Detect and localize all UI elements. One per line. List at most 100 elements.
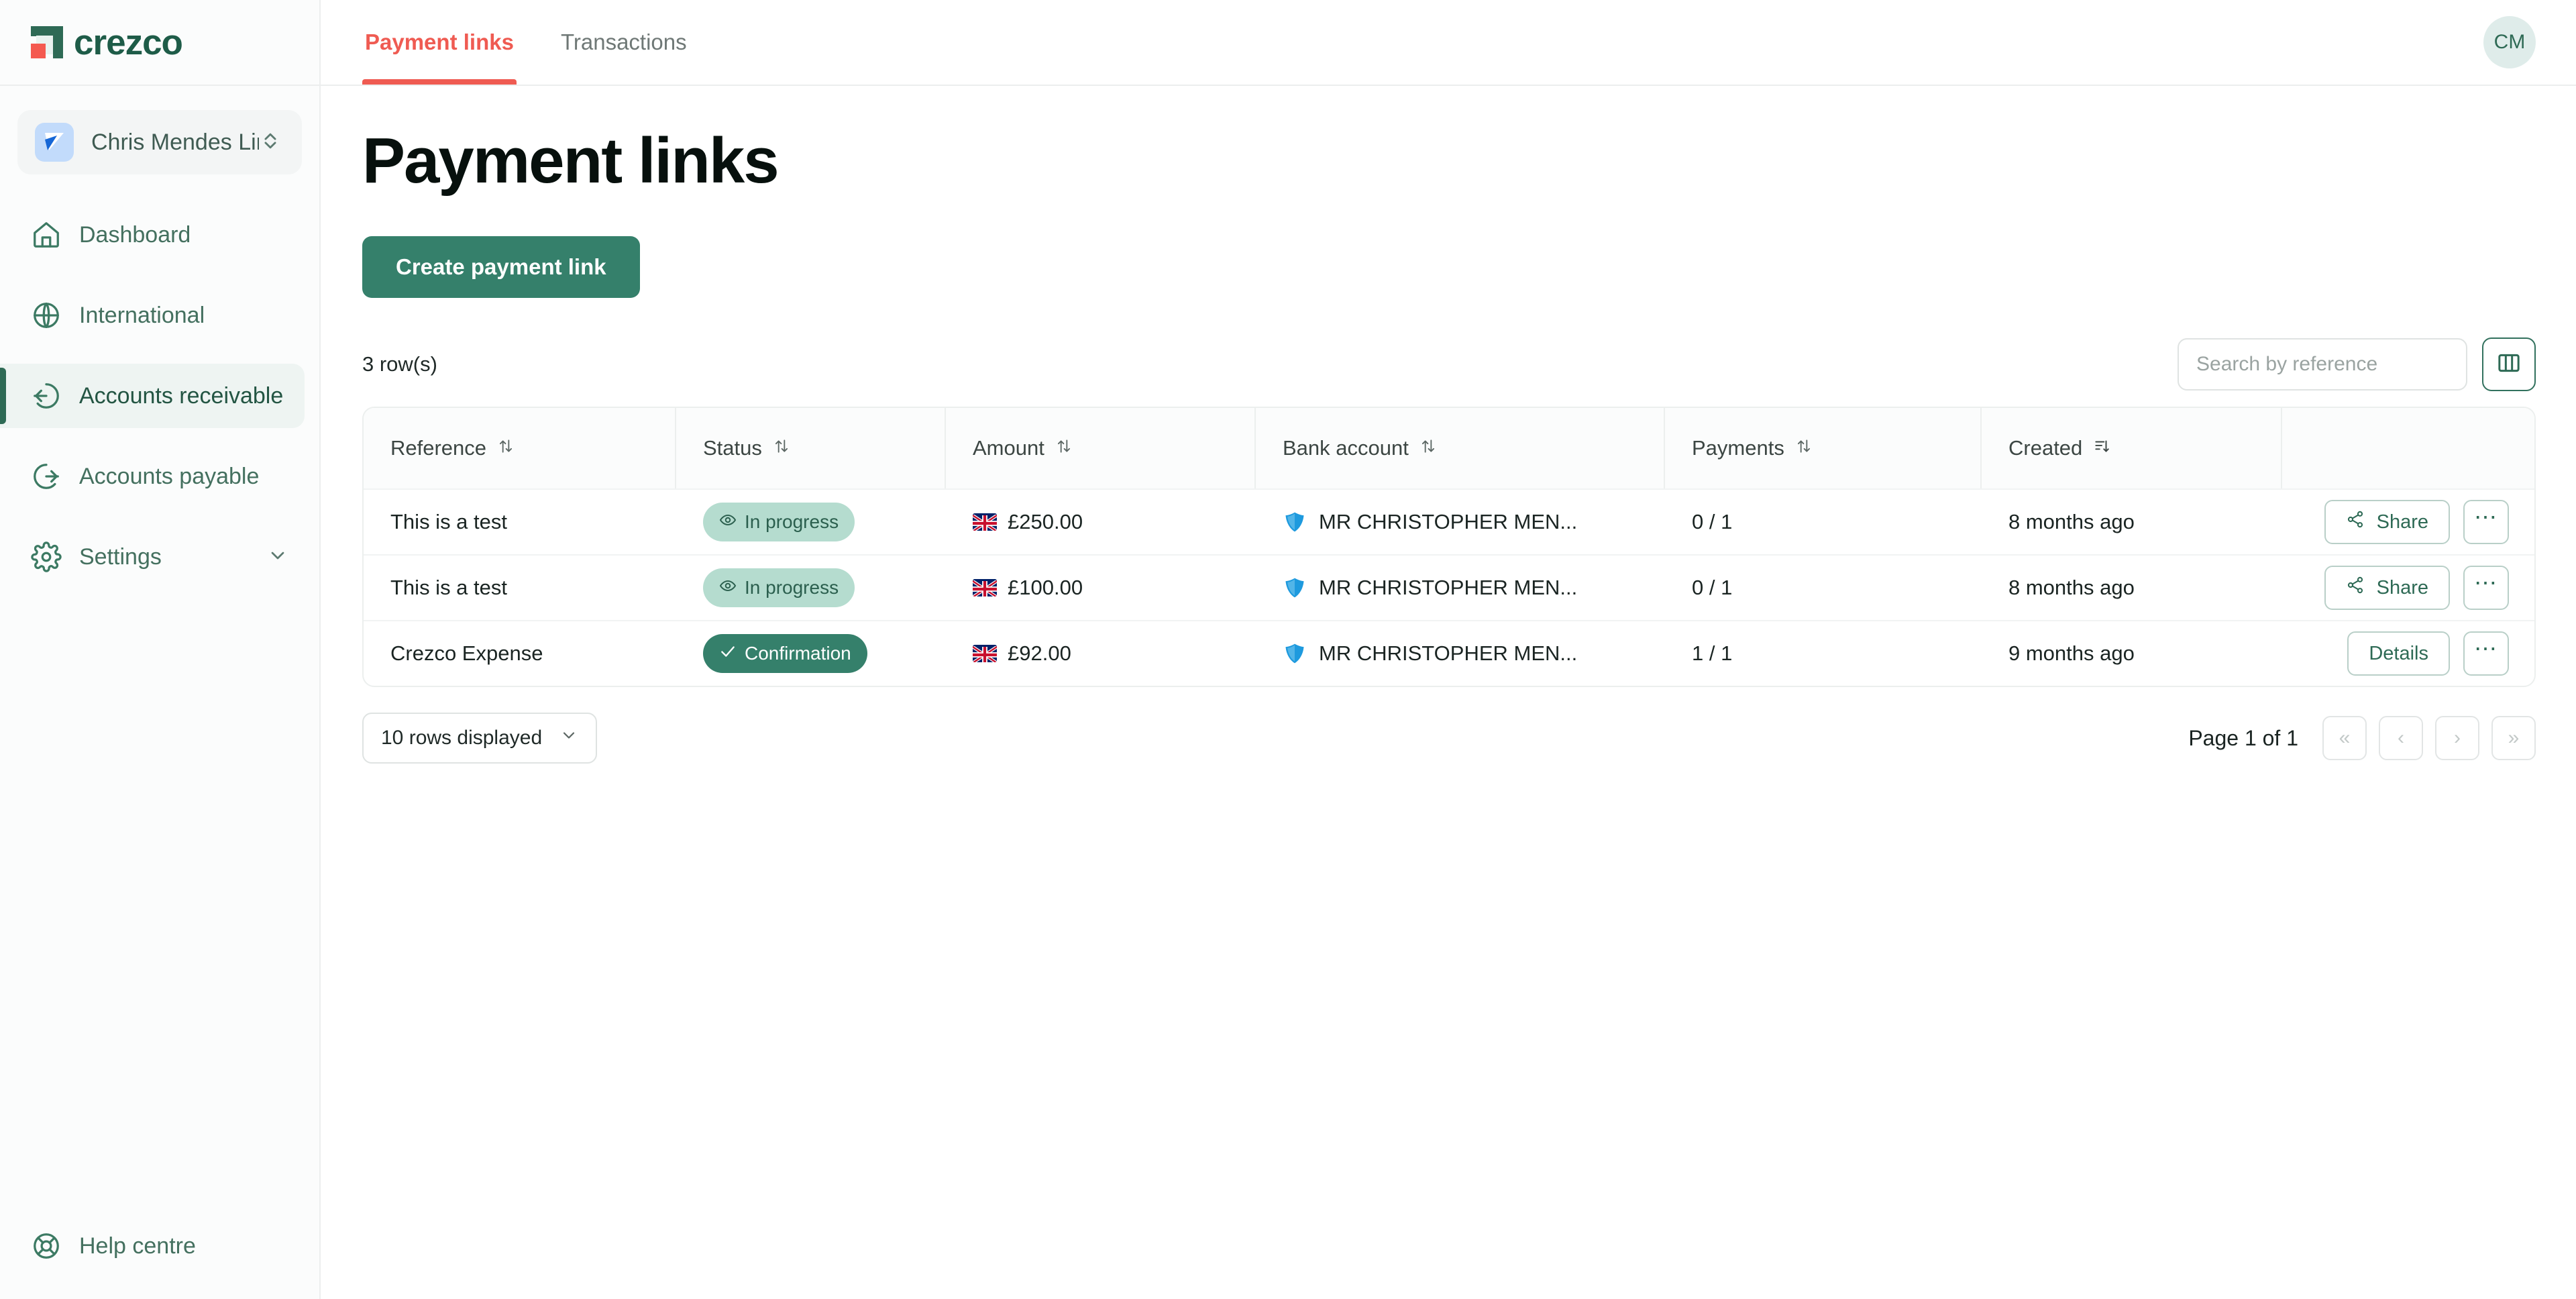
search-input[interactable] xyxy=(2178,338,2467,391)
sidebar-item-label: Accounts receivable xyxy=(79,382,284,409)
main-area: Payment links Transactions CM Payment li… xyxy=(321,0,2576,1299)
org-name: Chris Mendes Lim... xyxy=(91,129,259,155)
columns-toggle-icon xyxy=(2496,350,2522,380)
column-header-created[interactable]: Created xyxy=(1982,408,2282,488)
cell-created: 8 months ago xyxy=(2008,576,2135,599)
crezco-logo-icon xyxy=(31,26,63,58)
tab-payment-links[interactable]: Payment links xyxy=(362,0,517,85)
column-header-reference[interactable]: Reference xyxy=(364,408,676,488)
chevron-left-icon[interactable]: ‹ xyxy=(2379,716,2423,760)
sidebar-item-dashboard[interactable]: Dashboard xyxy=(0,203,305,267)
chevron-right-icon[interactable]: › xyxy=(2435,716,2479,760)
sidebar-item-international[interactable]: International xyxy=(0,283,305,348)
more-horizontal-icon[interactable]: ⋯ xyxy=(2463,500,2509,544)
topbar: Payment links Transactions CM xyxy=(321,0,2576,86)
table-header: Reference Status Amount Bank account Pay… xyxy=(364,408,2534,488)
eye-icon xyxy=(719,511,737,533)
amount-value: £92.00 xyxy=(1008,641,1071,665)
create-payment-link-button[interactable]: Create payment link xyxy=(362,236,640,298)
chevron-up-down-icon xyxy=(259,129,282,156)
cell-amount: £100.00 xyxy=(946,556,1256,620)
cell-amount: £92.00 xyxy=(946,621,1256,686)
page-title: Payment links xyxy=(362,125,780,197)
column-header-amount[interactable]: Amount xyxy=(946,408,1256,488)
app-root: crezco Chris Mendes Lim... Dashboard xyxy=(0,0,2576,1299)
pagination: Page 1 of 1 « ‹ › » xyxy=(2188,716,2536,760)
brand-logo[interactable]: crezco xyxy=(0,0,319,86)
sidebar-item-accounts-receivable[interactable]: Accounts receivable xyxy=(0,364,305,428)
table-row[interactable]: Crezco Expense Confirmation £92.00 MR CH… xyxy=(364,620,2534,686)
sort-updown-icon xyxy=(1419,436,1437,460)
share-button[interactable]: Share xyxy=(2324,500,2450,544)
table-row[interactable]: This is a test In progress xyxy=(364,488,2534,554)
sidebar-item-help-centre[interactable]: Help centre xyxy=(31,1231,319,1261)
sidebar: crezco Chris Mendes Lim... Dashboard xyxy=(0,0,321,1299)
share-label: Share xyxy=(2376,511,2428,533)
table-body: This is a test In progress £250.00 MR CH… xyxy=(364,488,2534,686)
status-badge: In progress xyxy=(703,568,855,607)
cell-payments: 1 / 1 xyxy=(1692,641,1733,665)
chevrons-left-icon[interactable]: « xyxy=(2322,716,2367,760)
column-label: Payments xyxy=(1692,436,1784,460)
column-header-status[interactable]: Status xyxy=(676,408,946,488)
cell-actions: Details ⋯ xyxy=(2282,621,2534,686)
details-label: Details xyxy=(2369,642,2428,664)
more-horizontal-icon[interactable]: ⋯ xyxy=(2463,631,2509,676)
cell-created: 9 months ago xyxy=(2008,641,2135,665)
bank-account-name: MR CHRISTOPHER MEN... xyxy=(1319,576,1578,599)
cell-payments: 0 / 1 xyxy=(1692,510,1733,533)
cell-status: In progress xyxy=(676,556,946,620)
column-header-payments[interactable]: Payments xyxy=(1665,408,1982,488)
chevron-down-icon xyxy=(267,545,288,570)
amount-value: £100.00 xyxy=(1008,576,1083,599)
details-button[interactable]: Details xyxy=(2347,631,2450,676)
column-label: Reference xyxy=(390,436,487,460)
avatar[interactable]: CM xyxy=(2483,16,2536,68)
table-row[interactable]: This is a test In progress xyxy=(364,554,2534,620)
gb-flag-icon xyxy=(973,513,997,531)
cell-bank-account: MR CHRISTOPHER MEN... xyxy=(1256,490,1665,554)
column-label: Status xyxy=(703,436,762,460)
bank-account-name: MR CHRISTOPHER MEN... xyxy=(1319,510,1578,533)
share-icon xyxy=(2346,510,2365,534)
column-label: Amount xyxy=(973,436,1044,460)
sidebar-item-settings[interactable]: Settings xyxy=(0,525,305,589)
cell-reference: This is a test xyxy=(390,510,507,533)
rows-per-page-select[interactable]: 10 rows displayed xyxy=(362,713,598,764)
sidebar-item-accounts-payable[interactable]: Accounts payable xyxy=(0,444,305,509)
status-label: In progress xyxy=(745,511,839,532)
cell-payments: 0 / 1 xyxy=(1692,576,1733,599)
chevron-down-icon xyxy=(559,726,578,750)
rows-per-page-label: 10 rows displayed xyxy=(381,727,543,749)
chevrons-right-icon[interactable]: » xyxy=(2491,716,2536,760)
home-icon xyxy=(31,219,62,250)
toolbar-right xyxy=(2178,337,2536,391)
eye-icon xyxy=(719,577,737,599)
gb-flag-icon xyxy=(973,579,997,596)
column-header-bank-account[interactable]: Bank account xyxy=(1256,408,1665,488)
org-switcher[interactable]: Chris Mendes Lim... xyxy=(17,110,302,174)
status-label: In progress xyxy=(745,577,839,598)
sort-updown-icon xyxy=(1055,436,1073,460)
tab-transactions[interactable]: Transactions xyxy=(558,0,690,85)
share-button[interactable]: Share xyxy=(2324,566,2450,610)
tab-label: Transactions xyxy=(560,30,687,54)
amount-value: £250.00 xyxy=(1008,510,1083,533)
lifebuoy-icon xyxy=(31,1231,62,1261)
columns-toggle-button[interactable] xyxy=(2482,337,2536,391)
tab-label: Payment links xyxy=(365,30,514,54)
cell-created: 8 months ago xyxy=(2008,510,2135,533)
globe-icon xyxy=(31,300,62,331)
cell-reference: This is a test xyxy=(390,576,507,599)
cell-status: Confirmation xyxy=(676,621,946,686)
sidebar-item-label: Settings xyxy=(79,543,162,570)
sidebar-item-label: Dashboard xyxy=(79,221,191,248)
page-indicator: Page 1 of 1 xyxy=(2188,725,2298,750)
row-count-label: 3 row(s) xyxy=(362,352,437,376)
more-horizontal-icon[interactable]: ⋯ xyxy=(2463,566,2509,610)
cell-actions: Share ⋯ xyxy=(2282,556,2534,620)
barclays-icon xyxy=(1283,576,1307,600)
topbar-tabs: Payment links Transactions xyxy=(362,0,690,85)
cell-bank-account: MR CHRISTOPHER MEN... xyxy=(1256,556,1665,620)
